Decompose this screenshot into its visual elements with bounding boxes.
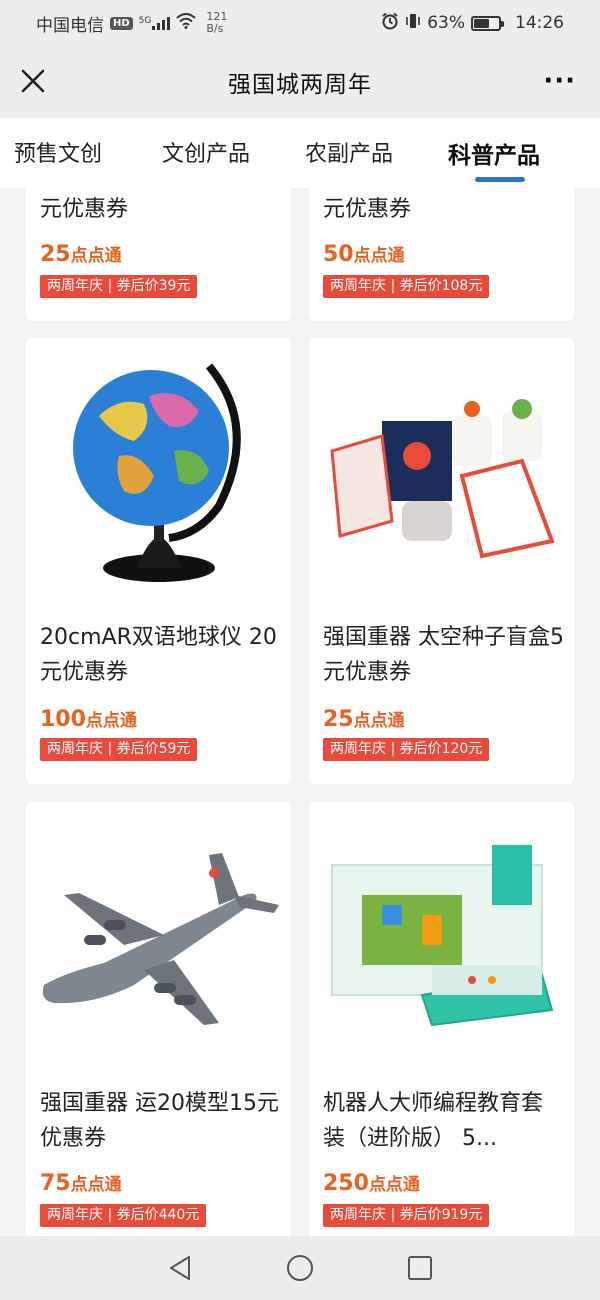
product-points: 75点点通 bbox=[40, 1170, 122, 1196]
status-left: 中国电信 HD 5G 121 B/s bbox=[36, 11, 227, 36]
product-title: 强国重器 运20模型15元优惠券 bbox=[40, 1091, 279, 1151]
vibrate-icon bbox=[405, 12, 421, 35]
net-speed-unit: B/s bbox=[206, 22, 224, 35]
points-number: 50 bbox=[323, 242, 354, 267]
promo-badge: 两周年庆 | 券后价39元 bbox=[40, 275, 198, 298]
category-tabs: 预售文创 文创产品 农副产品 科普产品 bbox=[0, 118, 600, 188]
product-card[interactable]: 元优惠券 25点点通 两周年庆 | 券后价39元 bbox=[26, 188, 291, 321]
points-unit: 点点通 bbox=[70, 246, 122, 266]
promo-badge: 两周年庆 | 券后价120元 bbox=[323, 738, 490, 761]
points-number: 250 bbox=[323, 1171, 369, 1196]
product-points: 25点点通 bbox=[40, 241, 122, 267]
seed-box-image bbox=[309, 338, 574, 603]
battery-icon bbox=[471, 15, 504, 31]
product-points: 50点点通 bbox=[323, 241, 405, 267]
tab-science-products[interactable]: 科普产品 bbox=[448, 136, 540, 170]
promo-badge: 两周年庆 | 券后价919元 bbox=[323, 1204, 490, 1227]
product-card[interactable]: 机器人大师编程教育套装（进阶版） 5... 250点点通 两周年庆 | 券后价9… bbox=[309, 802, 574, 1236]
product-title: 强国重器 太空种子盲盒5元优惠券 bbox=[323, 625, 564, 685]
product-title: 元优惠券 bbox=[40, 197, 129, 222]
points-number: 75 bbox=[40, 1171, 71, 1196]
status-bar: 中国电信 HD 5G 121 B/s 63% 14:26 bbox=[0, 0, 600, 46]
product-title: 机器人大师编程教育套装（进阶版） 5... bbox=[323, 1091, 544, 1151]
points-unit: 点点通 bbox=[353, 711, 405, 731]
robot-kit-image bbox=[309, 802, 574, 1067]
tab-cultural-products[interactable]: 文创产品 bbox=[162, 136, 250, 168]
net-speed: 121 B/s bbox=[206, 11, 227, 35]
product-points: 250点点通 bbox=[323, 1170, 420, 1196]
product-card[interactable]: 强国重器 太空种子盲盒5元优惠券 25点点通 两周年庆 | 券后价120元 bbox=[309, 338, 574, 784]
product-title: 20cmAR双语地球仪 20元优惠券 bbox=[40, 625, 277, 685]
net-type-label: 5G bbox=[138, 16, 152, 26]
status-right: 63% 14:26 bbox=[381, 12, 564, 35]
active-tab-indicator bbox=[475, 177, 525, 182]
product-card[interactable]: 强国重器 运20模型15元优惠券 75点点通 两周年庆 | 券后价440元 bbox=[26, 802, 291, 1236]
points-number: 25 bbox=[40, 242, 71, 267]
hd-badge: HD bbox=[110, 16, 133, 30]
system-navigation-bar bbox=[0, 1236, 600, 1300]
signal-icon: 5G bbox=[139, 16, 171, 30]
promo-badge: 两周年庆 | 券后价440元 bbox=[40, 1204, 207, 1227]
promo-badge: 两周年庆 | 券后价108元 bbox=[323, 275, 490, 298]
product-card[interactable]: 元优惠券 50点点通 两周年庆 | 券后价108元 bbox=[309, 188, 574, 321]
wifi-icon bbox=[176, 12, 197, 34]
points-unit: 点点通 bbox=[353, 246, 405, 266]
promo-badge: 两周年庆 | 券后价59元 bbox=[40, 738, 198, 761]
tab-presale[interactable]: 预售文创 bbox=[14, 136, 102, 168]
points-number: 25 bbox=[323, 707, 354, 732]
product-card[interactable]: 20cmAR双语地球仪 20元优惠券 100点点通 两周年庆 | 券后价59元 bbox=[26, 338, 291, 784]
points-unit: 点点通 bbox=[85, 711, 137, 731]
close-icon[interactable] bbox=[18, 66, 48, 96]
home-circle-icon[interactable] bbox=[284, 1252, 316, 1284]
points-unit: 点点通 bbox=[70, 1175, 122, 1195]
tab-agricultural-products[interactable]: 农副产品 bbox=[305, 136, 393, 168]
clock-time: 14:26 bbox=[515, 13, 564, 33]
globe-image bbox=[26, 338, 291, 603]
product-points: 100点点通 bbox=[40, 706, 137, 732]
alarm-icon bbox=[381, 12, 399, 35]
back-triangle-icon[interactable] bbox=[164, 1252, 196, 1284]
page-title: 强国城两周年 bbox=[228, 72, 372, 98]
product-grid: 元优惠券 25点点通 两周年庆 | 券后价39元 元优惠券 50点点通 两周年庆… bbox=[0, 188, 600, 1236]
points-unit: 点点通 bbox=[368, 1175, 420, 1195]
product-points: 25点点通 bbox=[323, 706, 405, 732]
points-number: 100 bbox=[40, 707, 86, 732]
recents-square-icon[interactable] bbox=[404, 1252, 436, 1284]
airplane-image bbox=[26, 802, 291, 1067]
carrier-label: 中国电信 bbox=[36, 15, 104, 36]
more-menu-icon[interactable]: ··· bbox=[543, 68, 576, 94]
battery-percent: 63% bbox=[427, 13, 465, 33]
product-title: 元优惠券 bbox=[323, 197, 412, 222]
nav-bar: 强国城两周年 ··· bbox=[0, 46, 600, 118]
